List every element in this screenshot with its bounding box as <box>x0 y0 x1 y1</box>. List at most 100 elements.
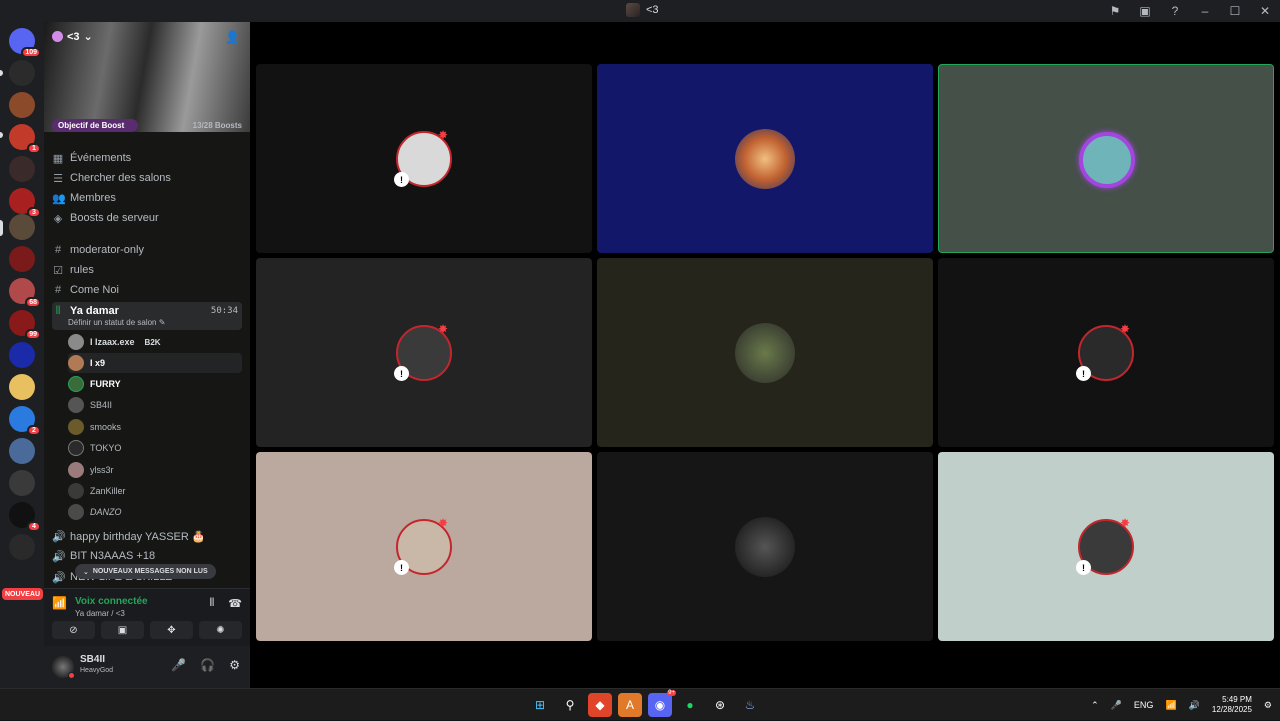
app-a-icon[interactable]: A <box>618 693 642 717</box>
server-icon[interactable]: 1 <box>9 124 41 154</box>
voice-user[interactable]: DANZO <box>68 502 242 522</box>
server-icon[interactable] <box>9 534 35 560</box>
close-button[interactable]: ✕ <box>1250 0 1280 22</box>
voice-user[interactable]: I x9 <box>68 353 242 373</box>
help-icon[interactable]: ? <box>1160 0 1190 22</box>
language-indicator[interactable]: ENG <box>1134 700 1154 710</box>
screen-share-icon[interactable]: ▣ <box>1130 0 1160 22</box>
set-channel-status[interactable]: Définir un statut de salon ✎ <box>68 318 165 327</box>
server-icon[interactable]: 3 <box>9 188 41 218</box>
voice-user[interactable]: ZanKiller <box>68 481 242 501</box>
avatar <box>68 397 84 413</box>
chevron-up-icon[interactable]: ⌃ <box>1091 700 1099 711</box>
windows-start-icon[interactable]: ⊞ <box>528 693 552 717</box>
disconnect-icon[interactable]: ☎ <box>228 597 242 610</box>
discord-home-icon[interactable]: 109 <box>9 28 41 58</box>
avatar <box>68 440 84 456</box>
server-icon[interactable] <box>9 156 35 182</box>
server-header[interactable]: <3 ⌄ <box>52 30 93 43</box>
participant-tile[interactable]: ✸! <box>256 258 592 447</box>
voice-user-name: TOKYO <box>90 443 122 453</box>
server-icon[interactable] <box>9 60 35 86</box>
activities-button[interactable]: ✥ <box>150 621 193 639</box>
speaker-icon: 🔊 <box>52 530 66 543</box>
signal-icon[interactable]: 📶 <box>52 596 67 618</box>
screen-share-button[interactable]: ▣ <box>101 621 144 639</box>
server-icon[interactable]: 68 <box>9 278 41 308</box>
voice-user[interactable]: TOKYO <box>68 438 242 458</box>
menu-members[interactable]: 👥 Membres <box>52 188 242 208</box>
server-icon[interactable]: 4 <box>9 502 41 532</box>
menu-server-boosts[interactable]: ◈ Boosts de serveur <box>52 208 242 228</box>
voice-channel-active[interactable]: ⦀ Ya damar 50:34 Définir un statut de sa… <box>52 302 242 330</box>
new-messages-pill[interactable]: ⌄ NOUVEAUX MESSAGES NON LUS <box>75 564 216 579</box>
server-banner[interactable]: <3 ⌄ 👤 <box>44 22 250 132</box>
participant-tile[interactable] <box>597 258 933 447</box>
voice-user[interactable]: SB4II <box>68 395 242 415</box>
menu-browse-channels[interactable]: ☰ Chercher des salons <box>52 168 242 188</box>
voice-user-tag: B2K <box>144 337 161 347</box>
spotify-icon[interactable]: ● <box>678 693 702 717</box>
menu-events[interactable]: ▦ Événements <box>52 148 242 168</box>
steam-icon[interactable]: ♨ <box>738 693 762 717</box>
server-icon[interactable] <box>9 214 35 240</box>
discord-icon[interactable]: ◉ 9+ <box>648 690 676 717</box>
microphone-icon[interactable]: 🎤 <box>171 658 186 672</box>
headphones-icon[interactable]: 🎧 <box>200 658 215 672</box>
participant-tile[interactable] <box>597 64 933 253</box>
calendar-icon: ▦ <box>52 152 64 165</box>
participant-tile-speaking[interactable] <box>938 64 1274 253</box>
server-icon[interactable] <box>9 438 35 464</box>
avatar <box>68 334 84 350</box>
server-icon[interactable] <box>9 92 35 118</box>
voice-user[interactable]: FURRY <box>68 374 242 394</box>
soundboard-button[interactable]: ✺ <box>199 621 242 639</box>
volume-icon[interactable]: 🔊 <box>1189 700 1200 711</box>
user-name[interactable]: SB4II <box>80 654 105 665</box>
voice-channel[interactable]: 🔊 happy birthday YASSER 🎂 <box>52 526 242 546</box>
server-icon[interactable]: 2 <box>9 406 41 436</box>
nouveau-badge[interactable]: NOUVEAU <box>2 588 44 600</box>
gear-icon[interactable]: ⚙ <box>229 658 240 672</box>
chevron-down-icon: ⌄ <box>83 568 89 576</box>
server-icon[interactable] <box>9 246 35 272</box>
deafened-icon: ! <box>394 366 409 381</box>
participant-tile[interactable]: ✸! <box>256 452 592 641</box>
notification-badge: 109 <box>21 47 41 58</box>
notification-icon[interactable]: ⚙ <box>1264 700 1272 711</box>
minimize-button[interactable]: – <box>1190 0 1220 22</box>
clock[interactable]: 5:49 PM 12/28/2025 <box>1212 695 1252 715</box>
camera-off-button[interactable]: ⊘ <box>52 621 95 639</box>
notification-badge: 1 <box>27 143 41 154</box>
participant-tile[interactable]: ✸! <box>256 64 592 253</box>
boost-goal[interactable]: Objectif de Boost 13/28 Boosts <box>52 118 242 132</box>
wifi-icon[interactable]: 📶 <box>1165 700 1176 711</box>
voice-status-subtitle[interactable]: Ya damar / <3 <box>75 609 148 618</box>
flag-icon[interactable]: ⚑ <box>1100 0 1130 22</box>
noise-suppression-icon[interactable]: ⦀ <box>209 597 214 610</box>
app-icon[interactable]: ⊛ <box>708 693 732 717</box>
channel-come-noi[interactable]: # Come Noi <box>52 280 242 300</box>
server-icon[interactable] <box>9 374 35 400</box>
screen-share-icon: ▣ <box>117 624 128 636</box>
voice-user-name: I Izaax.exe <box>90 337 135 347</box>
voice-user[interactable]: smooks <box>68 417 242 437</box>
voice-user[interactable]: ylss3r <box>68 460 242 480</box>
brave-icon[interactable]: ◆ <box>588 693 612 717</box>
participant-tile[interactable]: ✸! <box>938 452 1274 641</box>
server-icon[interactable] <box>9 342 35 368</box>
voice-user[interactable]: I Izaax.exe B2K <box>68 332 242 352</box>
notification-badge: 2 <box>27 425 41 436</box>
maximize-button[interactable]: ☐ <box>1220 0 1250 22</box>
microphone-icon[interactable]: 🎤 <box>1111 700 1122 711</box>
search-icon[interactable]: ⚲ <box>558 693 582 717</box>
invite-people-icon[interactable]: 👤 <box>225 30 240 44</box>
participant-tile[interactable] <box>597 452 933 641</box>
voice-channel[interactable]: 🔊 BIT N3AAAS +18 <box>52 546 242 566</box>
channel-moderator-only[interactable]: # moderator-only <box>52 240 242 260</box>
participant-tile[interactable]: ✸! <box>938 258 1274 447</box>
server-icon[interactable] <box>9 470 35 496</box>
server-icon[interactable]: 99 <box>9 310 41 340</box>
speaker-icon: 🔊 <box>52 550 66 563</box>
channel-rules[interactable]: ☑ rules <box>52 260 242 280</box>
